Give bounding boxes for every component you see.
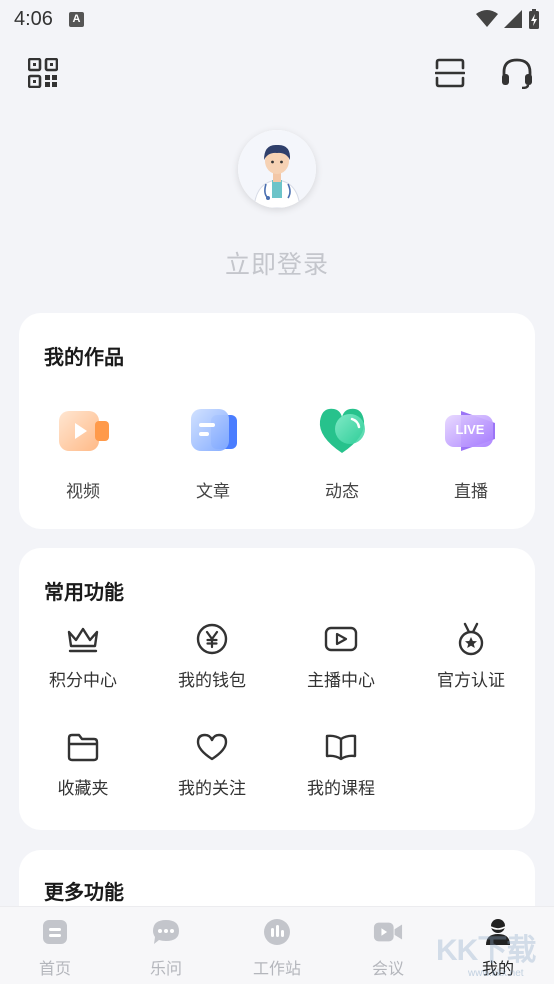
top-bar bbox=[0, 50, 554, 98]
func-label: 收藏夹 bbox=[57, 779, 109, 799]
watermark: KK下载 bbox=[436, 934, 536, 967]
func-label: 我的关注 bbox=[178, 779, 246, 799]
more-functions-title: 更多功能 bbox=[44, 880, 124, 904]
avatar[interactable] bbox=[238, 130, 316, 208]
tab-workstation[interactable]: 工作站 bbox=[232, 917, 322, 979]
live-badge: LIVE bbox=[455, 422, 485, 437]
medal-icon bbox=[454, 622, 488, 656]
func-item-official-verify[interactable]: 官方认证 bbox=[411, 622, 531, 691]
works-item-article[interactable]: 文章 bbox=[158, 399, 268, 502]
home-icon bbox=[40, 917, 70, 947]
func-item-following[interactable]: 我的关注 bbox=[152, 730, 272, 799]
tab-home[interactable]: 首页 bbox=[10, 917, 100, 979]
article-icon bbox=[181, 399, 245, 463]
works-label: 动态 bbox=[325, 482, 359, 502]
notification-icon: A bbox=[68, 11, 84, 27]
works-label: 视频 bbox=[66, 482, 100, 502]
func-label: 我的钱包 bbox=[178, 671, 246, 691]
func-item-courses[interactable]: 我的课程 bbox=[281, 730, 401, 799]
wifi-icon bbox=[476, 10, 498, 27]
login-button[interactable]: 立即登录 bbox=[0, 245, 554, 281]
status-icons bbox=[476, 9, 540, 29]
book-icon bbox=[324, 730, 358, 764]
works-item-moments[interactable]: 动态 bbox=[287, 399, 397, 502]
status-time: 4:06 bbox=[14, 7, 53, 30]
tab-ask[interactable]: 乐问 bbox=[121, 917, 211, 979]
live-icon: LIVE bbox=[439, 399, 503, 463]
status-bar: 4:06 A bbox=[0, 0, 554, 38]
headset-icon[interactable] bbox=[497, 53, 537, 93]
tab-label: 会议 bbox=[371, 959, 404, 978]
battery-icon bbox=[529, 9, 539, 29]
qr-code-icon[interactable] bbox=[23, 53, 63, 93]
meeting-icon bbox=[373, 917, 403, 947]
crown-icon bbox=[66, 622, 100, 656]
tab-meeting[interactable]: 会议 bbox=[343, 917, 433, 979]
tab-label: 乐问 bbox=[149, 959, 182, 978]
func-label: 主播中心 bbox=[307, 671, 375, 691]
works-label: 直播 bbox=[454, 482, 488, 502]
scan-icon[interactable] bbox=[430, 53, 470, 93]
watermark-url: www.kkx.net bbox=[468, 968, 524, 979]
moments-icon bbox=[310, 399, 374, 463]
play-screen-icon bbox=[324, 622, 358, 656]
chat-icon bbox=[151, 917, 181, 947]
func-label: 官方认证 bbox=[437, 671, 505, 691]
func-item-points-center[interactable]: 积分中心 bbox=[23, 622, 143, 691]
func-item-favorites[interactable]: 收藏夹 bbox=[23, 730, 143, 799]
common-functions-card: 常用功能 积分中心 我的钱包 主播中心 官方认证 收藏夹 我的关注 我的课程 bbox=[19, 548, 535, 830]
tab-label: 工作站 bbox=[252, 959, 301, 978]
func-label: 我的课程 bbox=[307, 779, 375, 799]
signal-icon bbox=[504, 10, 522, 28]
func-item-host-center[interactable]: 主播中心 bbox=[281, 622, 401, 691]
works-item-video[interactable]: 视频 bbox=[28, 399, 138, 502]
works-item-live[interactable]: LIVE 直播 bbox=[416, 399, 526, 502]
works-label: 文章 bbox=[196, 482, 230, 502]
folder-icon bbox=[66, 730, 100, 764]
func-label: 积分中心 bbox=[49, 671, 117, 691]
workstation-icon bbox=[262, 917, 292, 947]
heart-icon bbox=[195, 730, 229, 764]
tab-label: 首页 bbox=[38, 959, 71, 978]
my-works-title: 我的作品 bbox=[44, 345, 124, 369]
video-icon bbox=[51, 399, 115, 463]
func-item-wallet[interactable]: 我的钱包 bbox=[152, 622, 272, 691]
common-functions-title: 常用功能 bbox=[44, 580, 124, 604]
my-works-card: 我的作品 视频 文章 动态 LIVE 直播 bbox=[19, 313, 535, 529]
yen-coin-icon bbox=[195, 622, 229, 656]
